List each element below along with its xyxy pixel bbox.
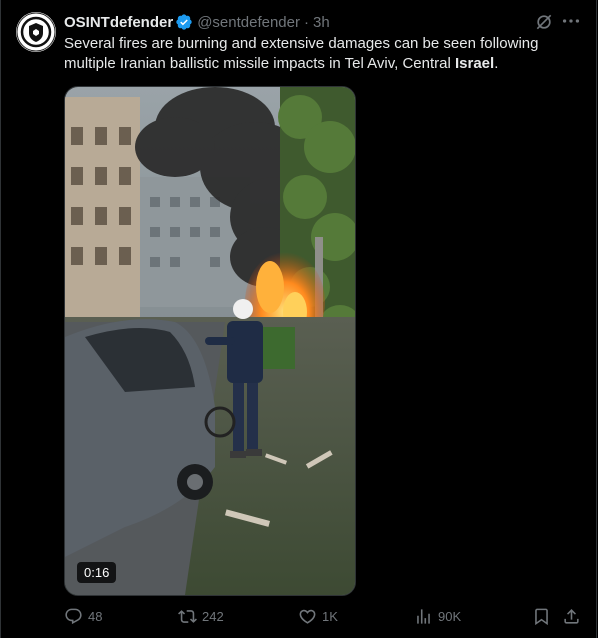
- timestamp[interactable]: 3h: [313, 14, 330, 31]
- separator-dot: ·: [303, 13, 309, 31]
- like-icon: [299, 609, 316, 624]
- repost-button[interactable]: 242: [178, 604, 224, 628]
- handle[interactable]: @sentdefender: [197, 14, 300, 31]
- display-name[interactable]: OSINTdefender: [64, 14, 173, 31]
- avatar[interactable]: [16, 12, 56, 52]
- reply-count: 48: [88, 608, 103, 624]
- tweet-text-end: .: [494, 55, 499, 72]
- share-button[interactable]: [562, 604, 586, 628]
- bookmark-icon: [535, 608, 548, 625]
- avatar-logo-icon: [16, 12, 56, 52]
- like-button[interactable]: 1K: [298, 604, 338, 628]
- repost-icon: [178, 609, 197, 623]
- views-icon: [417, 608, 430, 624]
- video-frame-image: [65, 87, 355, 595]
- tweet-text: Several fires are burning and extensive …: [64, 34, 574, 74]
- views-count: 90K: [438, 608, 462, 624]
- like-count: 1K: [322, 608, 338, 624]
- grok-icon[interactable]: [534, 12, 554, 32]
- video-duration: 0:16: [77, 562, 117, 583]
- tweet-text-bold: Israel: [454, 55, 495, 72]
- repost-count: 242: [202, 608, 224, 624]
- reply-button[interactable]: 48: [64, 604, 102, 628]
- timeline-left-border: [0, 0, 1, 638]
- action-bar: 48 242 1K 90K: [64, 604, 582, 628]
- verified-badge-icon[interactable]: [175, 13, 193, 31]
- more-icon[interactable]: [560, 10, 582, 32]
- timeline-right-border: [596, 0, 597, 638]
- reply-icon: [65, 608, 82, 624]
- video-player[interactable]: 0:16: [64, 86, 356, 596]
- tweet-header: OSINTdefender @sentdefender · 3h: [64, 12, 582, 32]
- views-button[interactable]: 90K: [414, 604, 461, 628]
- share-icon: [564, 608, 579, 624]
- bookmark-button[interactable]: [532, 604, 556, 628]
